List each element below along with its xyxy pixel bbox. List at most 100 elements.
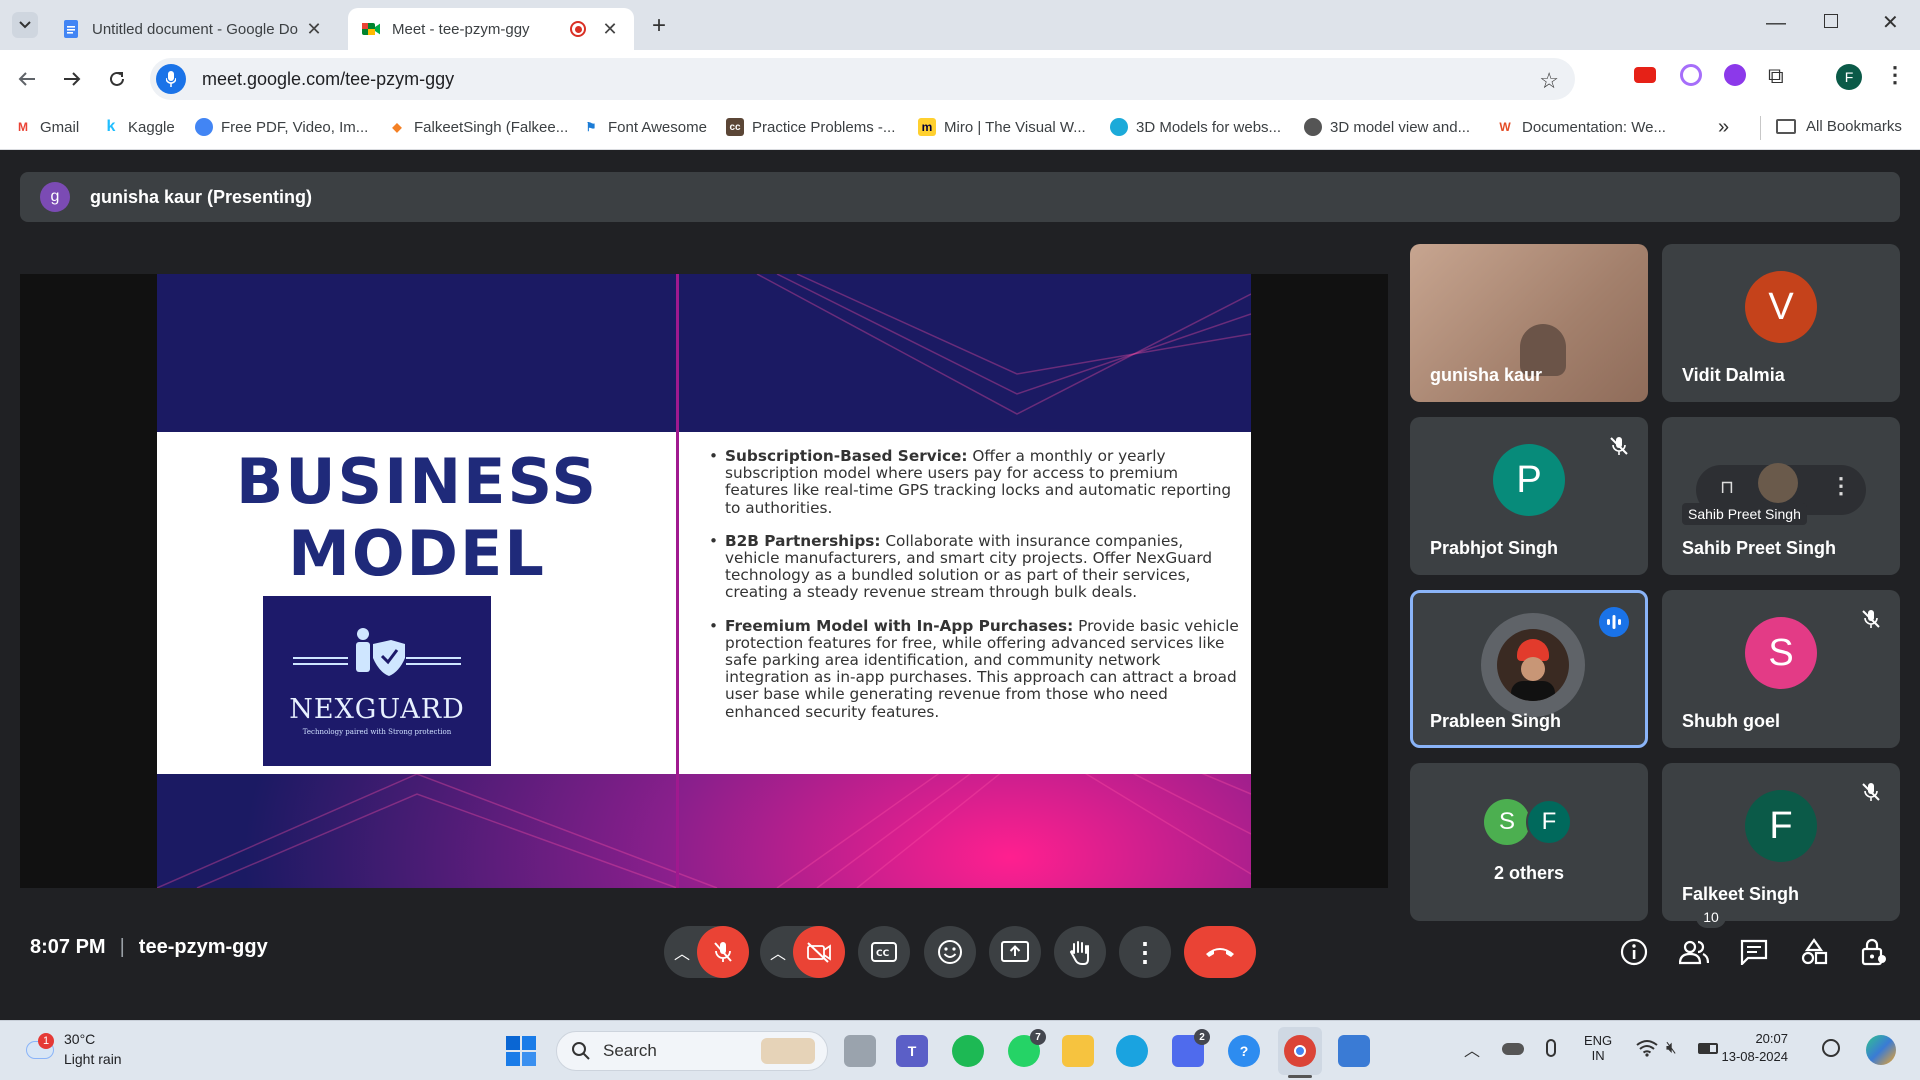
teams-icon[interactable]: T	[896, 1035, 928, 1067]
bullet-heading: B2B Partnerships:	[725, 531, 881, 550]
tab-search-button[interactable]	[12, 12, 38, 38]
slide-title-line: MODEL	[288, 517, 546, 590]
slide-divider	[676, 274, 679, 888]
bookmark-3d-models[interactable]: 3D Models for webs...	[1110, 118, 1281, 136]
close-window-button[interactable]: ✕	[1882, 10, 1899, 35]
bookmark-label: Kaggle	[128, 118, 175, 136]
participant-tile[interactable]: V Vidit Dalmia	[1662, 244, 1900, 402]
avatar	[1758, 463, 1798, 503]
end-call-icon	[1206, 948, 1234, 957]
bookmark-label: FalkeetSingh (Falkee...	[414, 118, 569, 136]
wifi-icon[interactable]	[1636, 1039, 1658, 1062]
windows-start-icon[interactable]	[506, 1036, 536, 1066]
microphone-icon[interactable]	[156, 64, 186, 94]
photos-icon[interactable]	[1338, 1035, 1370, 1067]
bookmark-falkeetsingh[interactable]: ◆ FalkeetSingh (Falkee...	[388, 118, 568, 136]
bookmark-3d-model-view[interactable]: 3D model view and...	[1304, 118, 1470, 136]
bookmark-gmail[interactable]: M Gmail	[14, 118, 79, 136]
clock[interactable]: 20:07 13-08-2024	[1722, 1031, 1789, 1064]
volume-muted-icon[interactable]: 🔇︎	[1666, 1038, 1677, 1058]
presentation-stage[interactable]: BUSINESS MODEL NEXGUARD Technology paire…	[20, 274, 1388, 888]
participant-tile-others[interactable]: S F 2 others	[1410, 763, 1648, 921]
camera-toggle-button[interactable]	[793, 926, 845, 978]
bookmark-documentation[interactable]: W Documentation: We...	[1496, 118, 1666, 136]
language-indicator[interactable]: ENG IN	[1584, 1033, 1612, 1063]
all-bookmarks[interactable]: All Bookmarks	[1776, 118, 1902, 135]
participant-name: Prabhjot Singh	[1430, 538, 1558, 558]
flag-icon: ⚑	[582, 118, 600, 136]
mic-off-icon	[1862, 783, 1880, 801]
help-icon[interactable]: ?	[1228, 1035, 1260, 1067]
participant-tile[interactable]: S Shubh goel	[1662, 590, 1900, 748]
extensions-puzzle-icon[interactable]: ⧉	[1768, 63, 1784, 89]
more-options-button[interactable]: ⋮	[1119, 926, 1171, 978]
copilot-icon[interactable]	[1866, 1035, 1896, 1065]
bookmark-label: Font Awesome	[608, 118, 707, 136]
back-button[interactable]	[12, 64, 42, 94]
weather-widget[interactable]: 1	[20, 1031, 60, 1071]
host-controls-button[interactable]	[1852, 930, 1896, 974]
reload-button[interactable]	[102, 64, 132, 94]
minimize-button[interactable]: —	[1766, 12, 1786, 35]
participant-tile[interactable]: ⊓ ⋮ Sahib Preet Singh Sahib Preet Singh	[1662, 417, 1900, 575]
chrome-icon[interactable]	[1284, 1035, 1316, 1067]
bookmark-kaggle[interactable]: k Kaggle	[102, 118, 175, 136]
kaspersky-extension-icon[interactable]	[1724, 64, 1746, 86]
address-bar[interactable]: meet.google.com/tee-pzym-ggy ☆	[150, 58, 1575, 100]
chat-button[interactable]	[1732, 930, 1776, 974]
bookmark-free-pdf[interactable]: Free PDF, Video, Im...	[195, 118, 368, 136]
onedrive-cloud-icon[interactable]	[1502, 1043, 1524, 1055]
profile-avatar[interactable]: F	[1836, 64, 1862, 90]
pin-icon[interactable]: ⊓	[1720, 477, 1734, 498]
weather-temp: 30°C	[64, 1031, 96, 1047]
bookmark-miro[interactable]: m Miro | The Visual W...	[918, 118, 1086, 136]
settings-gear-icon[interactable]	[1822, 1039, 1840, 1057]
meeting-details-button[interactable]	[1612, 930, 1656, 974]
close-icon[interactable]: ✕	[600, 19, 620, 40]
new-tab-button[interactable]: +	[652, 12, 666, 40]
video-options-chevron-icon[interactable]: ︿	[770, 940, 786, 964]
microsoft-store-icon[interactable]: 2	[1172, 1029, 1210, 1067]
bookmark-label: Free PDF, Video, Im...	[221, 118, 369, 136]
more-menu-icon[interactable]: ⋮	[1884, 62, 1906, 88]
avatar: F	[1526, 799, 1572, 845]
close-icon[interactable]: ✕	[304, 19, 324, 40]
raise-hand-button[interactable]	[1054, 926, 1106, 978]
tab-meet[interactable]: Meet - tee-pzym-ggy ✕	[348, 8, 634, 50]
bookmark-font-awesome[interactable]: ⚑ Font Awesome	[582, 118, 707, 136]
leave-call-button[interactable]	[1184, 926, 1256, 978]
participant-tile[interactable]: gunisha kaur	[1410, 244, 1648, 402]
people-button[interactable]: 10	[1672, 906, 1726, 974]
tab-google-docs[interactable]: Untitled document - Google Do ✕	[48, 8, 338, 50]
whatsapp-icon[interactable]: 7	[1008, 1029, 1046, 1067]
spotify-icon[interactable]	[952, 1035, 984, 1067]
edge-icon[interactable]	[1116, 1035, 1148, 1067]
activities-button[interactable]	[1792, 930, 1836, 974]
more-options-icon[interactable]: ⋮	[1830, 473, 1852, 499]
extension-icon[interactable]	[1680, 64, 1702, 86]
forward-button[interactable]	[57, 64, 87, 94]
show-hidden-icons[interactable]: ︿	[1464, 1037, 1480, 1061]
reactions-button[interactable]	[924, 926, 976, 978]
captions-button[interactable]: CC	[858, 926, 910, 978]
bookmark-star-icon[interactable]: ☆	[1539, 68, 1559, 94]
microphone-icon[interactable]	[1546, 1039, 1556, 1057]
presenting-label: gunisha kaur (Presenting)	[90, 186, 313, 207]
bookmark-practice-problems[interactable]: cc Practice Problems -...	[726, 118, 895, 136]
participant-tile[interactable]: F Falkeet Singh	[1662, 763, 1900, 921]
more-bookmarks-icon[interactable]: »	[1718, 116, 1729, 139]
mic-off-icon	[1610, 437, 1628, 455]
weather-badge: 1	[38, 1033, 54, 1049]
task-view-icon[interactable]	[844, 1035, 876, 1067]
microphone-toggle-button[interactable]	[697, 926, 749, 978]
audio-options-chevron-icon[interactable]: ︿	[674, 940, 690, 964]
youtube-extension-icon[interactable]	[1634, 67, 1656, 83]
participant-tile[interactable]: P Prabhjot Singh	[1410, 417, 1648, 575]
file-explorer-icon[interactable]	[1062, 1035, 1094, 1067]
participant-tile-active-speaker[interactable]: Prableen Singh	[1410, 590, 1648, 748]
people-icon	[1679, 940, 1709, 965]
participant-name: 2 others	[1493, 863, 1565, 883]
restore-button[interactable]	[1824, 14, 1838, 28]
present-now-button[interactable]	[989, 926, 1041, 978]
taskbar-search[interactable]: Search	[556, 1031, 828, 1071]
